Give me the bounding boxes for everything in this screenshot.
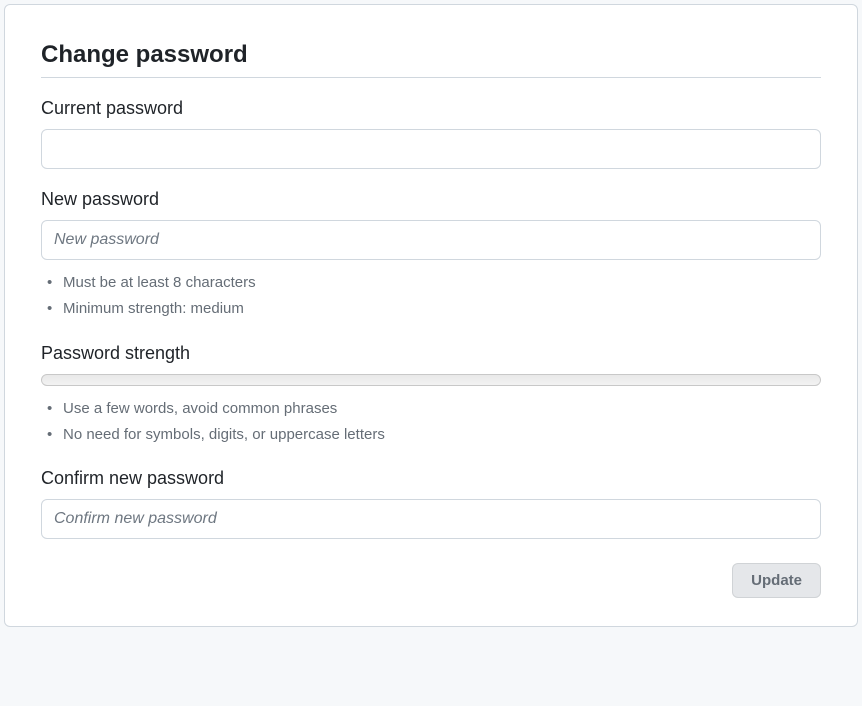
password-strength-group: Password strength Use a few words, avoid… (41, 343, 821, 449)
current-password-label: Current password (41, 98, 821, 119)
page-title: Change password (41, 41, 821, 78)
update-button[interactable]: Update (732, 563, 821, 598)
password-strength-label: Password strength (41, 343, 821, 364)
current-password-group: Current password (41, 98, 821, 169)
change-password-panel: Change password Current password New pas… (4, 4, 858, 627)
new-password-group: New password Must be at least 8 characte… (41, 189, 821, 323)
confirm-password-group: Confirm new password (41, 468, 821, 539)
strength-hints: Use a few words, avoid common phrases No… (41, 396, 821, 449)
confirm-password-input[interactable] (41, 499, 821, 539)
new-password-label: New password (41, 189, 821, 210)
password-strength-meter (41, 374, 821, 386)
confirm-password-label: Confirm new password (41, 468, 821, 489)
current-password-input[interactable] (41, 129, 821, 169)
new-password-input[interactable] (41, 220, 821, 260)
hint-item: No need for symbols, digits, or uppercas… (63, 422, 821, 448)
hint-item: Minimum strength: medium (63, 296, 821, 322)
new-password-hints: Must be at least 8 characters Minimum st… (41, 270, 821, 323)
form-actions: Update (41, 563, 821, 598)
hint-item: Use a few words, avoid common phrases (63, 396, 821, 422)
hint-item: Must be at least 8 characters (63, 270, 821, 296)
